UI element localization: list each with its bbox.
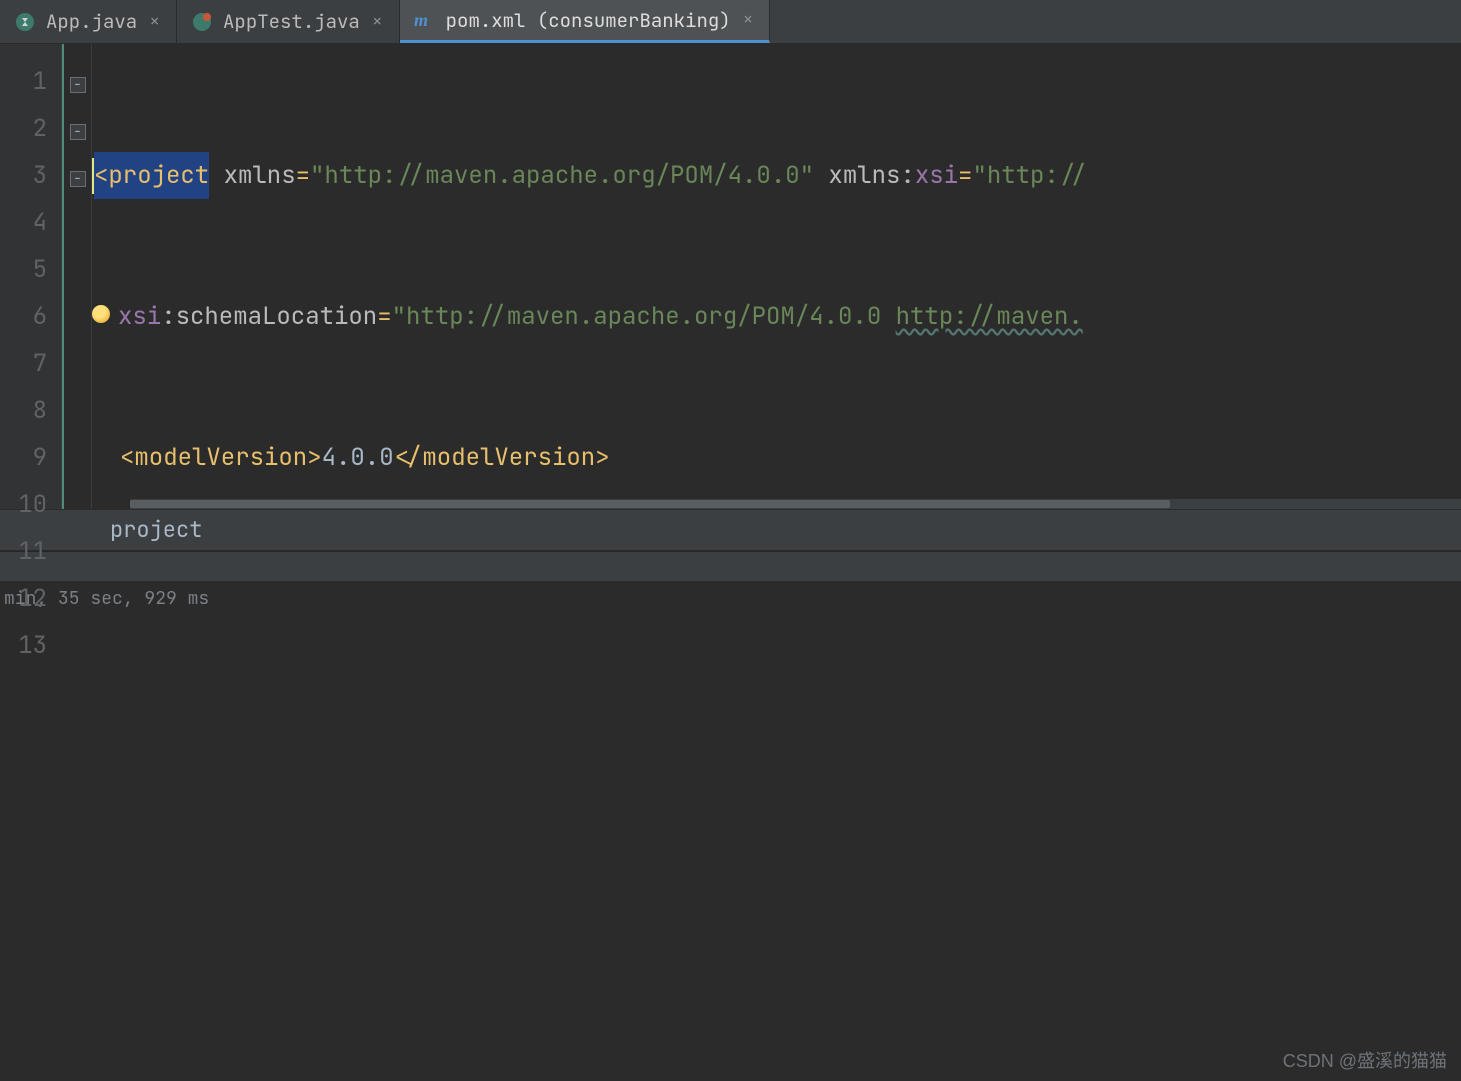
fold-gutter: − − −	[62, 44, 92, 509]
xml-attr-value: "http://maven.apache.org/POM/4.0.0"	[310, 152, 814, 199]
close-icon[interactable]: ×	[147, 11, 162, 33]
intention-bulb-icon[interactable]	[92, 305, 110, 323]
breadcrumb-item[interactable]: project	[110, 515, 202, 544]
close-icon[interactable]: ×	[370, 11, 385, 33]
xml-tag: </modelVersion>	[394, 434, 610, 481]
line-number: 6	[8, 293, 47, 340]
line-number: 9	[8, 434, 47, 481]
code-editor[interactable]: 1 2 3 4 5 6 7 8 9 10 11 12 13 − − − <pro…	[0, 44, 1461, 509]
line-number: 12	[8, 575, 47, 622]
scrollbar-thumb[interactable]	[130, 500, 1170, 508]
xml-attr-value: "http://maven.apache.org/POM/4.0.0	[392, 293, 896, 340]
tab-label: AppTest.java	[223, 9, 360, 34]
breadcrumb-bar: project	[0, 509, 1461, 551]
fold-toggle[interactable]: −	[70, 171, 86, 187]
tab-label: pom.xml (consumerBanking)	[446, 8, 731, 33]
line-number: 7	[8, 340, 47, 387]
xml-text: 4.0.0	[322, 434, 394, 481]
code-area[interactable]: <project xmlns="http://maven.apache.org/…	[92, 44, 1461, 509]
fold-toggle[interactable]: −	[70, 124, 86, 140]
tab-label: App.java	[46, 9, 137, 34]
tab-apptest-java[interactable]: AppTest.java ×	[177, 0, 400, 43]
xml-attr-value: "http://	[972, 152, 1087, 199]
editor-tab-bar: App.java × AppTest.java × m pom.xml (con…	[0, 0, 1461, 44]
xml-tag: <project	[94, 160, 209, 191]
line-number: 1	[8, 58, 47, 105]
tab-app-java[interactable]: App.java ×	[0, 0, 177, 43]
line-number: 13	[8, 622, 47, 669]
xml-link[interactable]: http://maven.	[896, 293, 1083, 340]
xml-namespace: xsi	[118, 293, 161, 340]
line-number: 5	[8, 246, 47, 293]
line-number: 11	[8, 528, 47, 575]
close-icon[interactable]: ×	[741, 9, 756, 31]
tool-window-strip	[0, 551, 1461, 581]
tool-window-area	[0, 617, 1461, 1081]
status-bar: min, 35 sec, 929 ms	[0, 581, 1461, 617]
line-number: 2	[8, 105, 47, 152]
watermark-text: CSDN @盛溪的猫猫	[1283, 1047, 1447, 1073]
line-number: 4	[8, 199, 47, 246]
line-number: 10	[8, 481, 47, 528]
java-test-icon	[191, 11, 213, 33]
xml-tag: <modelVersion>	[120, 434, 322, 481]
xml-attr: xmlns:	[828, 152, 914, 199]
maven-icon: m	[414, 9, 436, 31]
svg-text:m: m	[414, 10, 428, 30]
line-number: 8	[8, 387, 47, 434]
fold-toggle[interactable]: −	[70, 77, 86, 93]
tab-pom-xml[interactable]: m pom.xml (consumerBanking) ×	[400, 0, 771, 43]
line-number-gutter: 1 2 3 4 5 6 7 8 9 10 11 12 13	[0, 44, 62, 509]
xml-attr: schemaLocation	[176, 293, 378, 340]
java-class-icon	[14, 11, 36, 33]
xml-attr: xmlns	[224, 152, 296, 199]
horizontal-scrollbar[interactable]	[130, 499, 1461, 509]
line-number: 3	[8, 152, 47, 199]
xml-namespace: xsi	[915, 152, 958, 199]
